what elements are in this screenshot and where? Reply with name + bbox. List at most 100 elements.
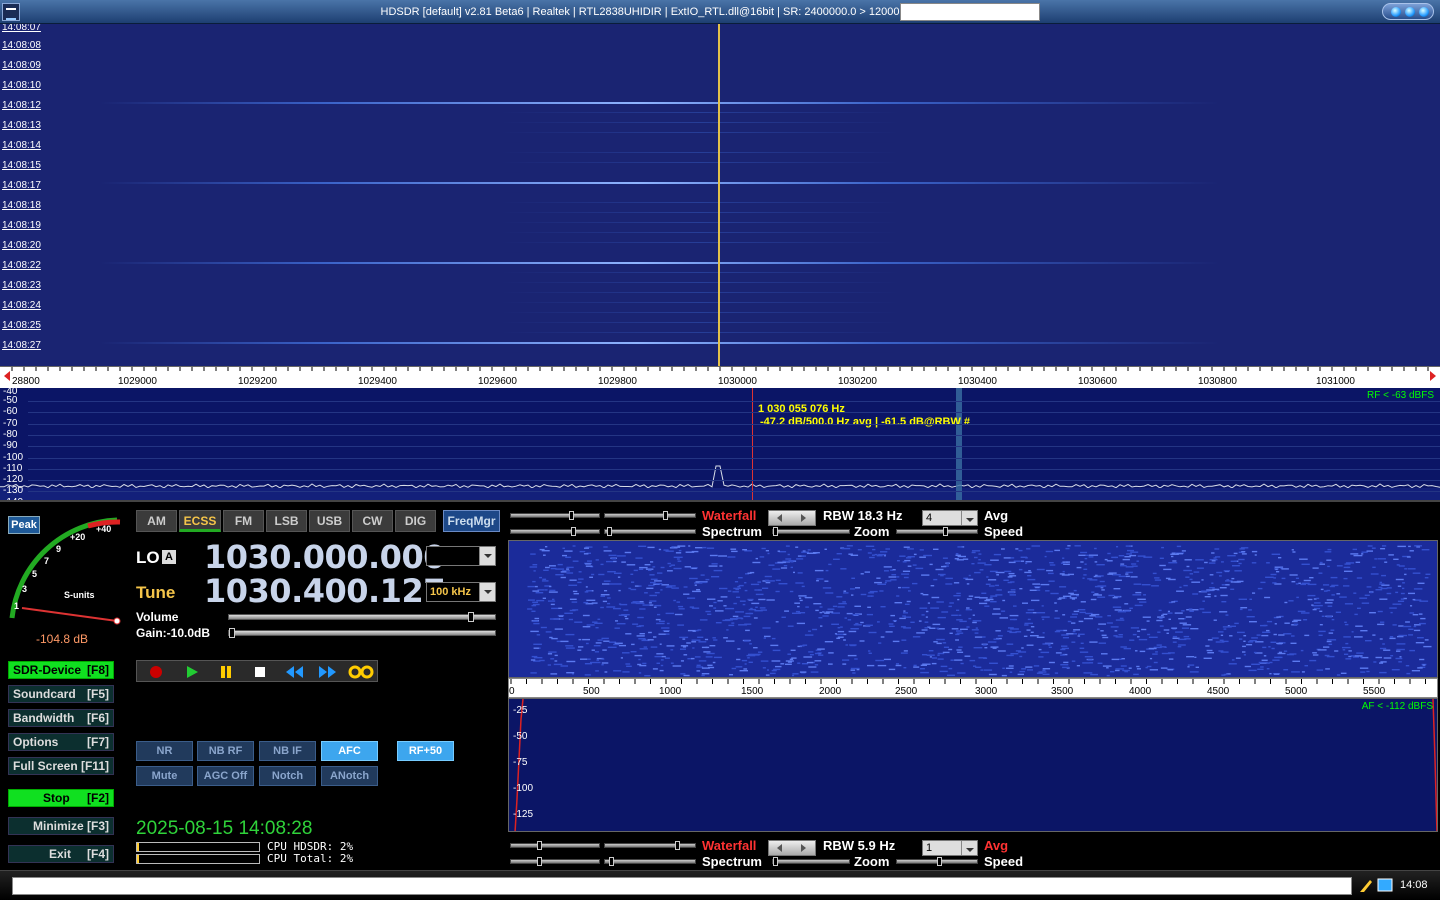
waterfall-slider-1[interactable]: [510, 511, 600, 520]
s-scale-7: 7: [44, 556, 50, 566]
peak-button[interactable]: Peak: [8, 516, 40, 534]
slider-thumb[interactable]: [937, 857, 942, 866]
rbw-stepper[interactable]: [768, 840, 816, 856]
chevron-right-icon[interactable]: [801, 514, 806, 522]
tune-step-combo[interactable]: 100 kHz: [426, 582, 496, 602]
minimize-button[interactable]: Minimize [F3]: [8, 817, 114, 835]
spectrum-slider-1[interactable]: [510, 527, 600, 536]
sdr-device-button[interactable]: SDR-Device [F8]: [8, 661, 114, 679]
af-waterfall-speckle: [1218, 631, 1224, 633]
slider-thumb[interactable]: [609, 857, 614, 866]
volume-thumb[interactable]: [468, 612, 475, 622]
chevron-down-icon[interactable]: [961, 841, 977, 855]
waterfall-slider-2[interactable]: [604, 841, 696, 850]
exit-button[interactable]: Exit [F4]: [8, 845, 114, 863]
agc-off-button[interactable]: AGC Off: [197, 766, 254, 786]
gain-thumb[interactable]: [229, 628, 235, 638]
loop-icon[interactable]: [347, 665, 375, 679]
nb-if-button[interactable]: NB IF: [259, 741, 316, 761]
slider-thumb[interactable]: [537, 841, 542, 850]
af-waterfall-speckle: [562, 554, 567, 557]
slider-thumb[interactable]: [773, 857, 778, 866]
rbw-stepper[interactable]: [768, 510, 816, 526]
filter-band[interactable]: [956, 388, 962, 500]
full-screen-button[interactable]: Full Screen [F11]: [8, 757, 114, 775]
slider-thumb[interactable]: [773, 527, 778, 536]
lo-frequency[interactable]: 1030.000.000: [204, 538, 445, 576]
spectrum-slider-2[interactable]: [604, 527, 696, 536]
freqmgr-button[interactable]: FreqMgr: [443, 510, 500, 532]
zoom-slider[interactable]: [772, 527, 850, 536]
rf-waterfall[interactable]: 14:08:07 14:08:08 14:08:09 14:08:10 14:08:12…: [0, 24, 1440, 366]
lo-combo[interactable]: [426, 546, 496, 566]
mode-fm[interactable]: FM: [223, 510, 264, 532]
title-input-box[interactable]: [900, 3, 1040, 21]
slider-thumb[interactable]: [607, 527, 612, 536]
options-button[interactable]: Options [F7]: [8, 733, 114, 751]
play-icon[interactable]: [185, 665, 199, 679]
rewind-icon[interactable]: [285, 665, 305, 679]
chevron-down-icon[interactable]: [479, 547, 495, 565]
chevron-down-icon[interactable]: [961, 511, 977, 525]
speed-slider[interactable]: [896, 857, 978, 866]
anotch-button[interactable]: ANotch: [321, 766, 378, 786]
taskbar-input[interactable]: [12, 877, 1352, 895]
slider-thumb[interactable]: [943, 527, 948, 536]
zoom-slider[interactable]: [772, 857, 850, 866]
spectrum-slider-1[interactable]: [510, 857, 600, 866]
frequency-scale[interactable]: 28800 1029000 1029200 1029400 1029600 1029800…: [0, 366, 1440, 388]
close-icon[interactable]: [1419, 7, 1429, 17]
maximize-icon[interactable]: [1405, 7, 1415, 17]
nr-button[interactable]: NR: [136, 741, 193, 761]
chevron-left-icon[interactable]: [777, 514, 782, 522]
mode-usb[interactable]: USB: [309, 510, 350, 532]
af-waterfall-speckle: [761, 547, 766, 550]
nb-rf-button[interactable]: NB RF: [197, 741, 254, 761]
af-waterfall[interactable]: [508, 540, 1438, 678]
mode-dig[interactable]: DIG: [395, 510, 436, 532]
rf-spectrum[interactable]: -40 1 030 055 076 Hz -47.2 dB/500.0 Hz a…: [0, 388, 1440, 502]
tray-app-icon[interactable]: [1377, 878, 1393, 892]
pause-icon[interactable]: [219, 665, 233, 679]
slider-thumb[interactable]: [663, 511, 668, 520]
chevron-left-icon[interactable]: [777, 844, 782, 852]
mute-button[interactable]: Mute: [136, 766, 193, 786]
waterfall-slider-1[interactable]: [510, 841, 600, 850]
rf50-button[interactable]: RF+50: [397, 741, 454, 761]
bandwidth-button[interactable]: Bandwidth [F6]: [8, 709, 114, 727]
chevron-down-icon[interactable]: [479, 583, 495, 601]
slider-thumb[interactable]: [537, 857, 542, 866]
stop-button[interactable]: Stop [F2]: [8, 789, 114, 807]
tune-frequency[interactable]: 1030.400.127: [204, 572, 445, 610]
volume-slider[interactable]: [228, 612, 496, 622]
notch-button[interactable]: Notch: [259, 766, 316, 786]
slider-thumb[interactable]: [569, 511, 574, 520]
record-icon[interactable]: [149, 665, 163, 679]
slider-thumb[interactable]: [675, 841, 680, 850]
lo-badge[interactable]: A: [162, 550, 176, 564]
speed-slider[interactable]: [896, 527, 978, 536]
gain-slider[interactable]: [228, 628, 496, 638]
waterfall-slider-2[interactable]: [604, 511, 696, 520]
af-waterfall-speckle: [1284, 601, 1288, 604]
slider-thumb[interactable]: [571, 527, 576, 536]
mode-cw[interactable]: CW: [352, 510, 393, 532]
tray-lightning-icon[interactable]: [1360, 880, 1372, 892]
soundcard-button[interactable]: Soundcard [F5]: [8, 685, 114, 703]
minimize-icon[interactable]: [1391, 7, 1401, 17]
af-frequency-scale[interactable]: 0 500 1000 1500 2000 2500 3000 3500 4000 4500 5000…: [508, 678, 1438, 698]
chevron-right-icon[interactable]: [801, 844, 806, 852]
af-spectrum[interactable]: AF < -112 dBFS -25 -50 -75 -100 -125: [508, 698, 1438, 832]
stop-icon[interactable]: [253, 665, 267, 679]
mode-ecss[interactable]: ECSS: [179, 510, 221, 532]
fast-forward-icon[interactable]: [317, 665, 337, 679]
afc-button[interactable]: AFC: [321, 741, 378, 761]
avg-combo[interactable]: 4: [922, 510, 978, 526]
af-waterfall-speckle: [713, 607, 717, 609]
mode-am[interactable]: AM: [136, 510, 177, 532]
spectrum-slider-2[interactable]: [604, 857, 696, 866]
avg-combo[interactable]: 1: [922, 840, 978, 856]
mode-lsb[interactable]: LSB: [266, 510, 307, 532]
af-waterfall-speckle: [912, 636, 921, 638]
tune-marker[interactable]: [718, 24, 720, 366]
